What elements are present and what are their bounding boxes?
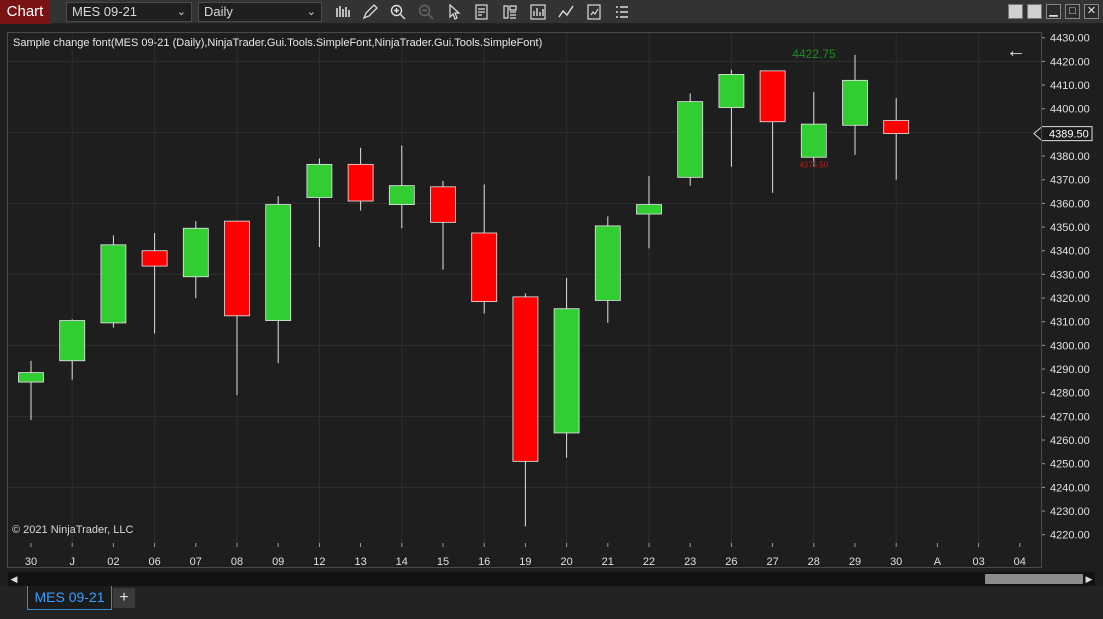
close-button[interactable]: ✕ [1084,4,1099,19]
restore-large-button[interactable] [1027,4,1042,19]
templates-icon[interactable] [613,3,631,21]
interval-value: Daily [204,4,233,19]
scroll-right-icon[interactable]: ▶ [1083,572,1095,586]
chart-panel[interactable]: 4220.00 4230.00 4240.00 4250.00 4260.00 4270.… [0,24,1103,572]
horizontal-scrollbar[interactable]: ◀ ▶ [8,572,1095,586]
copyright-text: © 2021 NinjaTrader, LLC [12,524,134,536]
y-tick-label: 4270.00 [1050,411,1090,423]
indicator-label: Sample change font(MES 09-21 (Daily),Nin… [13,37,543,49]
chart-toolbar: Chart MES 09-21 ⌄ Daily ⌄ ▁ □ ✕ [0,0,1103,24]
tab-mes-09-21[interactable]: MES 09-21 [27,586,112,610]
y-tick-label: 4280.00 [1050,388,1090,400]
y-tick-label: 4230.00 [1050,506,1090,518]
y-tick-label: 4220.00 [1050,530,1090,542]
y-tick-label: 4260.00 [1050,435,1090,447]
draw-tool-icon[interactable] [361,3,379,21]
chevron-down-icon: ⌄ [176,6,186,18]
y-tick-label: 4250.00 [1050,459,1090,471]
zoom-out-icon[interactable] [417,3,435,21]
pointer-icon[interactable] [445,3,463,21]
maximize-button[interactable]: □ [1065,4,1080,19]
chart-trader-icon[interactable] [529,3,547,21]
scroll-thumb[interactable] [985,574,1083,584]
y-tick-label: 4330.00 [1050,269,1090,281]
properties-icon[interactable] [501,3,519,21]
y-tick-label: 4380.00 [1050,151,1090,163]
y-tick-label: 4420.00 [1050,56,1090,68]
y-tick-label: 4430.00 [1050,33,1090,45]
y-tick-label: 4410.00 [1050,80,1090,92]
chart-tab-bar: MES 09-21 + [0,586,1103,619]
chart-title-button[interactable]: Chart [0,0,50,24]
bar-type-icon[interactable] [334,3,352,21]
minimize-button[interactable]: ▁ [1046,4,1061,19]
chevron-down-icon: ⌄ [306,6,316,18]
strategies-icon[interactable] [585,3,603,21]
y-tick-label: 4320.00 [1050,293,1090,305]
chart-plot-border [7,32,1042,568]
back-arrow-icon[interactable]: ← [1006,40,1026,63]
instrument-value: MES 09-21 [72,4,138,19]
instrument-selector[interactable]: MES 09-21 ⌄ [66,2,192,22]
data-box-icon[interactable] [473,3,491,21]
y-tick-label: 4360.00 [1050,198,1090,210]
zoom-in-icon[interactable] [389,3,407,21]
y-tick-label: 4350.00 [1050,222,1090,234]
indicators-icon[interactable] [557,3,575,21]
y-tick-label: 4370.00 [1050,175,1090,187]
y-tick-label: 4240.00 [1050,482,1090,494]
y-tick-label: 4290.00 [1050,364,1090,376]
y-tick-label: 4310.00 [1050,317,1090,329]
restore-small-button[interactable] [1008,4,1023,19]
last-price-label: 4389.50 [1049,129,1089,141]
y-tick-label: 4400.00 [1050,104,1090,116]
y-tick-label: 4340.00 [1050,246,1090,258]
interval-selector[interactable]: Daily ⌄ [198,2,322,22]
add-tab-button[interactable]: + [113,588,135,608]
scroll-left-icon[interactable]: ◀ [8,572,20,586]
y-tick-label: 4300.00 [1050,340,1090,352]
